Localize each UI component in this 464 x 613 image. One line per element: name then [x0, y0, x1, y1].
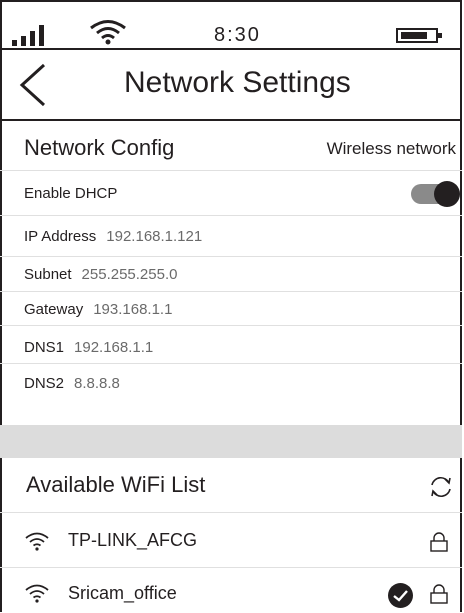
status-bar: 8:30 [0, 0, 462, 50]
dns2-value[interactable]: 8.8.8.8 [74, 375, 120, 392]
dns2-row[interactable]: DNS2 8.8.8.8 [0, 364, 462, 425]
dhcp-row: Enable DHCP [0, 171, 462, 216]
gateway-value[interactable]: 193.168.1.1 [93, 301, 172, 318]
ip-address-value[interactable]: 192.168.1.121 [106, 228, 202, 245]
wifi-list-header: Available WiFi List [0, 458, 462, 513]
chevron-left-icon[interactable] [18, 62, 48, 108]
dns1-value[interactable]: 192.168.1.1 [74, 339, 153, 356]
section-divider [0, 425, 462, 458]
connected-check-icon [388, 583, 413, 608]
subnet-value[interactable]: 255.255.255.0 [82, 266, 178, 283]
refresh-icon[interactable] [428, 474, 454, 500]
dhcp-toggle[interactable] [411, 181, 460, 207]
wifi-network-name: TP-LINK_AFCG [68, 530, 198, 550]
wifi-list-title: Available WiFi List [26, 472, 206, 497]
network-mode[interactable]: Wireless network [327, 139, 456, 159]
wifi-list-item[interactable]: TP-LINK_AFCG [0, 513, 462, 568]
dns1-row[interactable]: DNS1 192.168.1.1 [0, 326, 462, 364]
gateway-row[interactable]: Gateway 193.168.1.1 [0, 292, 462, 326]
network-config-title: Network Config [24, 135, 175, 160]
lock-icon [430, 532, 448, 552]
field-label: Gateway [24, 301, 84, 318]
ip-address-row[interactable]: IP Address 192.168.1.121 [0, 216, 462, 257]
wifi-network-name: Sricam_office [68, 583, 177, 603]
wifi-list-item[interactable]: Sricam_office [0, 568, 462, 612]
field-label: DNS1 [24, 339, 65, 356]
field-label: Subnet [24, 266, 72, 283]
network-config-header: Network Config Wireless network [0, 121, 462, 171]
subnet-row[interactable]: Subnet 255.255.255.0 [0, 257, 462, 292]
field-label: IP Address [24, 228, 97, 245]
field-label: DNS2 [24, 375, 65, 392]
battery-icon [396, 28, 442, 43]
wifi-icon [90, 20, 126, 45]
status-time: 8:30 [214, 24, 261, 46]
wifi-icon [25, 532, 49, 551]
lock-icon [430, 584, 448, 604]
wifi-icon [25, 584, 49, 603]
app-header: Network Settings [0, 50, 462, 121]
dhcp-label: Enable DHCP [24, 185, 118, 202]
signal-bars-icon [12, 24, 52, 46]
page-title: Network Settings [124, 66, 351, 99]
